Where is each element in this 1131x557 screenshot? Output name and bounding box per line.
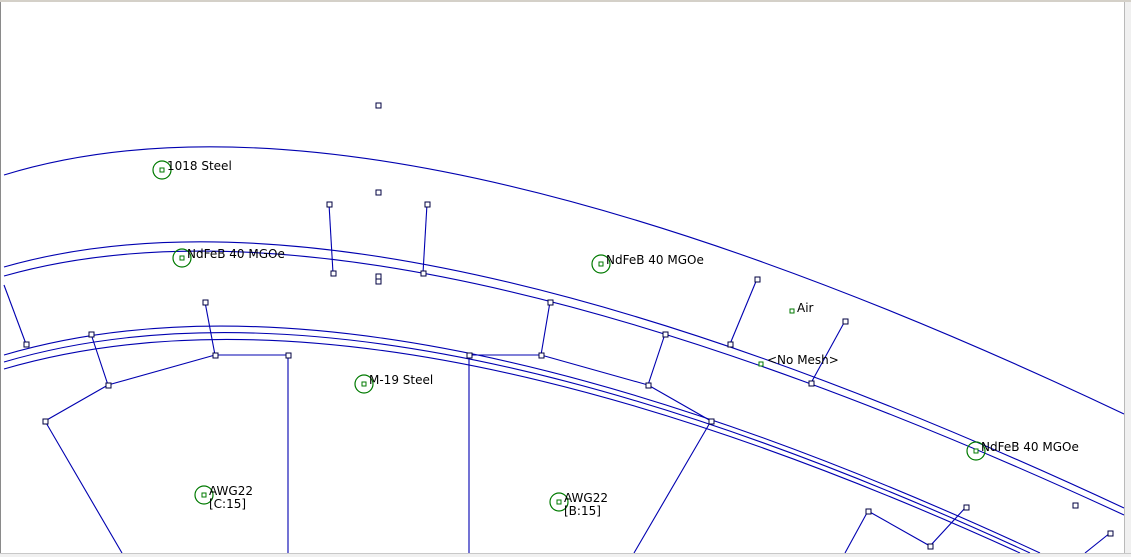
tooth-6[interactable] [1084,532,1111,553]
svg-text:AWG22: AWG22 [209,484,253,498]
airgap-arc-2[interactable] [3,332,1031,553]
magnet-1-right-edge[interactable] [328,203,334,274]
svg-text:NdFeB 40 MGOe: NdFeB 40 MGOe [981,440,1079,454]
block-label-magnet-1[interactable]: NdFeB 40 MGOe [172,247,285,268]
block-label-air[interactable]: Air [789,301,814,315]
magnet-2-left-edge[interactable] [422,203,428,274]
airgap-arc-1[interactable] [3,325,1041,553]
svg-text:AWG22: AWG22 [564,491,608,505]
tooth-4[interactable] [540,333,666,386]
magnet-0-edge[interactable] [3,284,27,345]
tooth-2[interactable] [90,333,216,386]
slot-b-wall[interactable] [633,384,712,553]
tooth-3[interactable] [468,301,551,553]
svg-text:NdFeB 40 MGOe: NdFeB 40 MGOe [187,247,285,261]
svg-text:[C:15]: [C:15] [209,497,246,511]
magnet-3-left-edge[interactable] [810,320,846,384]
block-label-no-mesh[interactable]: <No Mesh> [758,353,839,367]
magnet-inner-arc[interactable] [3,250,1124,516]
magnet-2-right-edge[interactable] [729,278,758,345]
bottom-border [0,553,1131,557]
right-border [1124,2,1131,557]
svg-text:NdFeB 40 MGOe: NdFeB 40 MGOe [606,253,704,267]
block-label-magnet-2[interactable]: NdFeB 40 MGOe [591,253,704,274]
block-label-outer-steel[interactable]: 1018 Steel [152,159,232,180]
svg-text:Air: Air [797,301,814,315]
svg-text:<No Mesh>: <No Mesh> [767,353,839,367]
svg-text:[B:15]: [B:15] [564,504,601,518]
block-label-magnet-3[interactable]: NdFeB 40 MGOe [966,440,1079,461]
block-label-coil-b[interactable]: AWG22 [B:15] [549,491,608,518]
geometry-svg[interactable]: 1018 Steel NdFeB 40 MGOe NdFeB 40 MGOe N… [0,0,1124,553]
slot-c-wall[interactable] [44,384,123,553]
block-label-coil-c[interactable]: AWG22 [C:15] [194,484,253,511]
block-label-stator-steel[interactable]: M-19 Steel [354,373,433,394]
fea-drawing-canvas[interactable]: 1018 Steel NdFeB 40 MGOe NdFeB 40 MGOe N… [0,0,1131,557]
outer-arc[interactable] [3,146,1124,415]
svg-text:1018 Steel: 1018 Steel [167,159,232,173]
slot-a-wall[interactable] [844,510,869,553]
svg-text:M-19 Steel: M-19 Steel [369,373,433,387]
